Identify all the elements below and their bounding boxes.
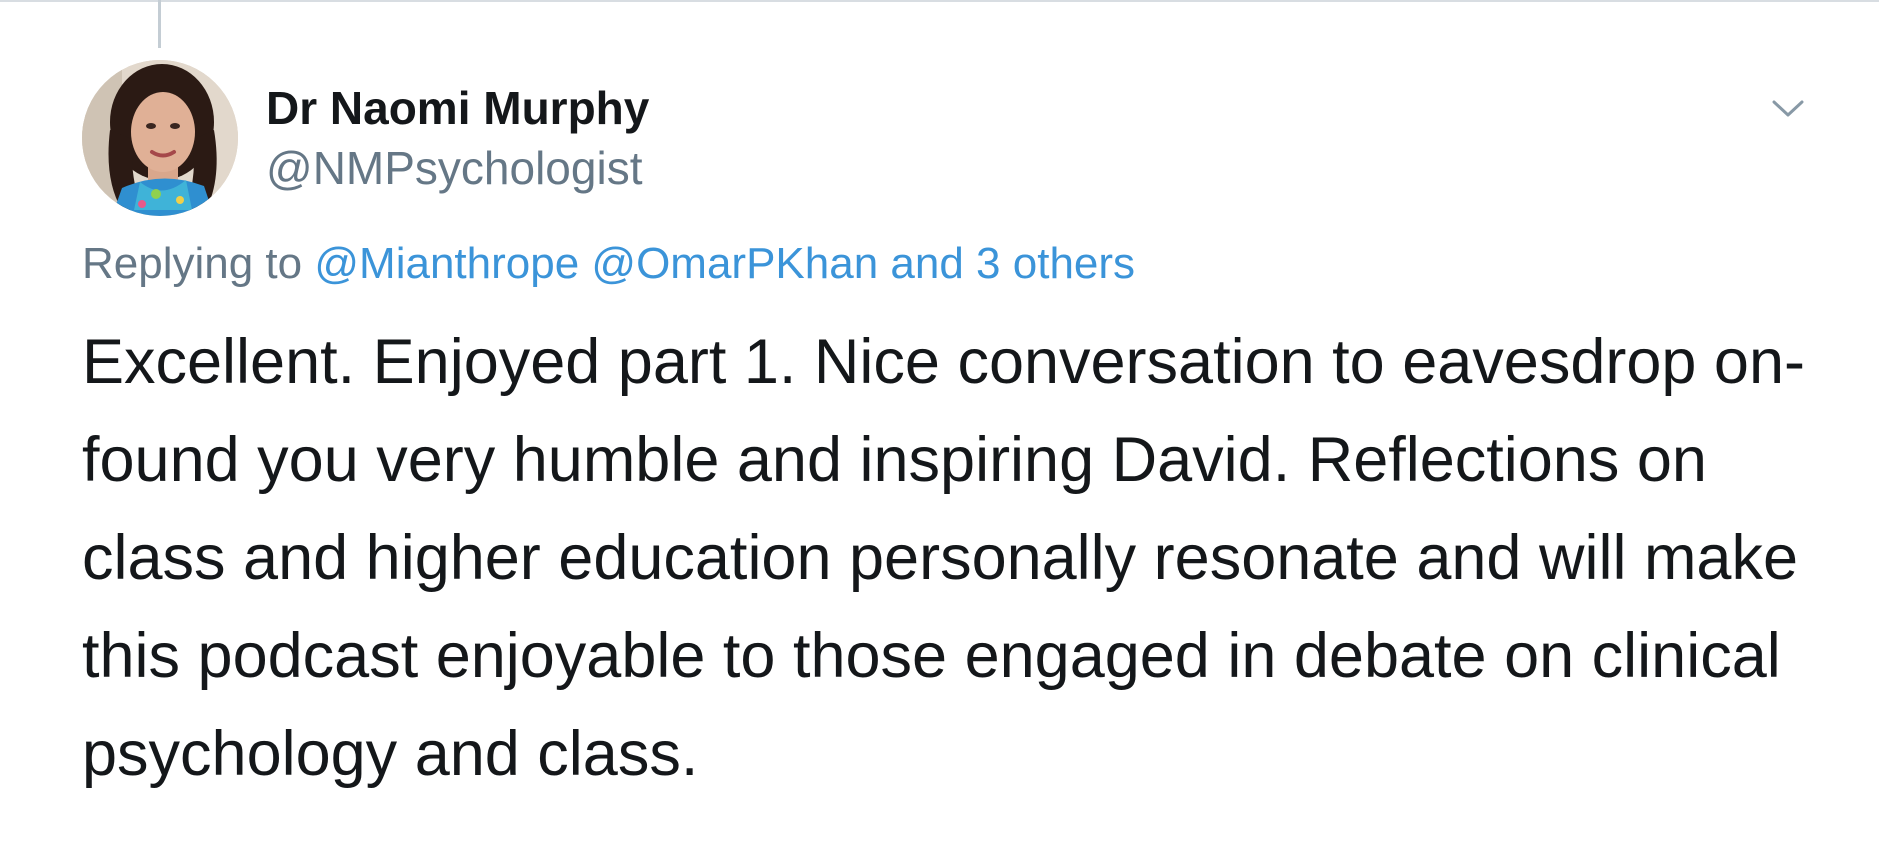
replying-to-line: Replying to @Mianthrope @OmarPKhan and 3… (82, 236, 1135, 292)
others-link[interactable]: and 3 others (890, 239, 1135, 288)
author-block: Dr Naomi Murphy @NMPsychologist (266, 78, 649, 198)
author-handle[interactable]: @NMPsychologist (266, 138, 649, 198)
thread-connector-line (158, 0, 161, 48)
top-divider (0, 0, 1879, 2)
tweet-text: Excellent. Enjoyed part 1. Nice conversa… (82, 327, 1805, 789)
mention-link-mianthrope[interactable]: @Mianthrope (314, 239, 579, 288)
profile-photo (82, 60, 238, 216)
author-display-name[interactable]: Dr Naomi Murphy (266, 78, 649, 138)
replying-to-label: Replying to (82, 239, 303, 288)
mention-link-omarpkhan[interactable]: @OmarPKhan (591, 239, 878, 288)
chevron-down-icon[interactable] (1768, 88, 1808, 128)
avatar[interactable] (82, 60, 238, 216)
